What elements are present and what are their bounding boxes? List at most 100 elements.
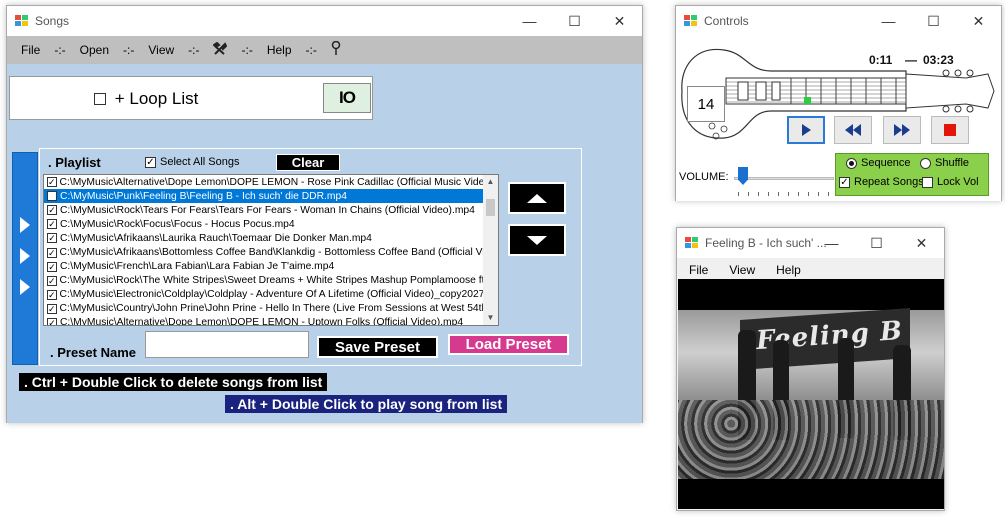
songs-window: Songs — ☐ ✕ File -:- Open -:- View -:- -… <box>6 5 643 423</box>
rewind-icon <box>845 124 861 136</box>
playlist-row[interactable]: ✓ C:\MyMusic\Alternative\Dope Lemon\DOPE … <box>44 316 484 326</box>
move-up-button[interactable] <box>508 182 566 214</box>
playlist-row[interactable]: ✓ C:\MyMusic\Afrikaans\Laurika Rauch\Toem… <box>44 231 484 245</box>
app-icon <box>685 237 699 249</box>
maximize-button[interactable]: ☐ <box>911 6 956 36</box>
menu-file[interactable]: File <box>7 43 47 57</box>
preset-name-input[interactable] <box>145 331 309 358</box>
maximize-button[interactable]: ☐ <box>854 228 899 258</box>
song-path: C:\MyMusic\Afrikaans\Bottomless Coffee B… <box>59 247 484 259</box>
scroll-thumb[interactable] <box>486 199 495 216</box>
minimize-button[interactable]: — <box>507 6 552 36</box>
sequence-label: Sequence <box>861 157 911 169</box>
save-preset-button[interactable]: Save Preset <box>317 336 438 358</box>
song-path: C:\MyMusic\Rock\Focus\Focus - Hocus Pocu… <box>60 218 295 230</box>
video-player[interactable]: Feeling B <box>678 279 944 509</box>
io-button[interactable]: IO <box>323 83 371 113</box>
close-button[interactable]: ✕ <box>956 6 1001 36</box>
next-button[interactable] <box>883 116 921 144</box>
row-checkbox[interactable]: ✓ <box>47 233 57 244</box>
menu-file[interactable]: File <box>677 263 715 277</box>
shuffle-radio[interactable]: Shuffle <box>920 157 969 169</box>
lock-volume-checkbox[interactable]: Lock Vol <box>922 176 979 188</box>
checkbox[interactable] <box>922 176 933 188</box>
songs-menu-bar: File -:- Open -:- View -:- -:- Help -:- <box>7 36 642 64</box>
songs-title-bar[interactable]: Songs — ☐ ✕ <box>7 6 642 36</box>
playlist-listbox[interactable]: ✓ C:\MyMusic\Alternative\Dope Lemon\DOPE … <box>43 174 499 326</box>
play-button[interactable] <box>787 116 825 144</box>
time-elapsed: 0:11 <box>869 53 893 67</box>
radio-selected[interactable] <box>846 157 857 169</box>
row-checkbox[interactable]: ✓ <box>47 205 57 216</box>
select-all-checkbox[interactable]: ✓ Select All Songs <box>145 156 240 168</box>
row-checkbox[interactable]: ✓ <box>47 317 57 325</box>
menu-view[interactable]: View <box>141 43 181 57</box>
playlist-row[interactable]: ✓ C:\MyMusic\Electronic\Coldplay\Coldplay… <box>44 288 484 302</box>
video-title-bar[interactable]: Feeling B - Ich such' ... — ☐ ✕ <box>677 228 944 258</box>
repeat-checkbox[interactable]: ✓ Repeat Songs <box>839 176 924 188</box>
close-button[interactable]: ✕ <box>597 6 642 36</box>
playlist-row[interactable]: ✓ C:\MyMusic\Rock\Focus\Focus - Hocus Poc… <box>44 217 484 231</box>
menu-view[interactable]: View <box>715 263 762 277</box>
song-path: C:\MyMusic\Electronic\Coldplay\Coldplay … <box>59 289 484 301</box>
menu-open[interactable]: Open <box>73 43 116 57</box>
load-preset-button[interactable]: Load Preset <box>448 334 569 355</box>
playlist-row[interactable]: ✓ C:\MyMusic\Rock\The White Stripes\Sweet… <box>44 274 484 288</box>
side-expand-bar[interactable] <box>12 152 38 365</box>
row-checkbox[interactable]: ✓ <box>47 247 57 258</box>
app-icon <box>684 15 698 27</box>
minimize-button[interactable]: — <box>866 6 911 36</box>
clear-button[interactable]: Clear <box>276 154 340 171</box>
move-down-button[interactable] <box>508 224 566 256</box>
checkbox[interactable]: ✓ <box>145 156 156 168</box>
loop-checkbox[interactable] <box>94 93 106 105</box>
song-path: C:\MyMusic\Punk\Feeling B\Feeling B - Ic… <box>60 190 347 202</box>
playback-options: Sequence Shuffle ✓ Repeat Songs Lock Vol <box>835 153 989 196</box>
tools-icon[interactable] <box>206 41 234 59</box>
arrow-up-icon <box>527 193 547 203</box>
song-path: C:\MyMusic\Rock\The White Stripes\Sweet … <box>59 275 484 287</box>
previous-button[interactable] <box>834 116 872 144</box>
scroll-up-icon[interactable]: ▲ <box>483 175 498 189</box>
row-checkbox[interactable]: ✓ <box>47 261 57 272</box>
shuffle-label: Shuffle <box>935 157 970 169</box>
sequence-radio[interactable]: Sequence <box>846 157 911 169</box>
pin-icon[interactable] <box>324 40 348 59</box>
app-icon <box>15 15 29 27</box>
expand-arrow-icon[interactable] <box>20 217 30 233</box>
volume-slider-thumb[interactable] <box>738 167 748 185</box>
hint-delete: . Ctrl + Double Click to delete songs fr… <box>19 373 328 391</box>
row-checkbox[interactable]: ✓ <box>47 275 57 286</box>
volume-slider[interactable] <box>734 177 834 180</box>
loop-list-toggle[interactable]: + Loop List <box>94 89 198 109</box>
radio-unselected[interactable] <box>920 157 931 169</box>
expand-arrow-icon[interactable] <box>20 279 30 295</box>
playlist-row[interactable]: ✓ C:\MyMusic\French\Lara Fabian\Lara Fabi… <box>44 260 484 274</box>
close-button[interactable]: ✕ <box>899 228 944 258</box>
song-path: C:\MyMusic\Alternative\Dope Lemon\DOPE L… <box>60 317 464 326</box>
scroll-down-icon[interactable]: ▼ <box>483 311 498 325</box>
row-checkbox[interactable]: ✓ <box>47 303 57 314</box>
row-checkbox[interactable]: ✓ <box>47 219 57 230</box>
song-path: C:\MyMusic\Afrikaans\Laurika Rauch\Toema… <box>60 232 372 244</box>
playlist-panel: . Playlist ✓ Select All Songs Clear ✓ C:\… <box>39 148 582 366</box>
playlist-row[interactable]: ✓ C:\MyMusic\Afrikaans\Bottomless Coffee … <box>44 245 484 259</box>
playlist-row[interactable]: ✓ C:\MyMusic\Country\John Prine\John Prin… <box>44 302 484 316</box>
minimize-button[interactable]: — <box>809 228 854 258</box>
playlist-row[interactable]: ✓ C:\MyMusic\Punk\Feeling B\Feeling B - I… <box>44 189 484 204</box>
menu-help[interactable]: Help <box>260 43 299 57</box>
stop-button[interactable] <box>931 116 969 144</box>
controls-title-bar[interactable]: Controls — ☐ ✕ <box>676 6 1001 36</box>
row-checkbox[interactable]: ✓ <box>47 177 57 188</box>
row-checkbox[interactable]: ✓ <box>47 191 57 202</box>
playlist-row[interactable]: ✓ C:\MyMusic\Alternative\Dope Lemon\DOPE … <box>44 175 484 189</box>
menu-help[interactable]: Help <box>762 263 808 277</box>
maximize-button[interactable]: ☐ <box>552 6 597 36</box>
playlist-row[interactable]: ✓ C:\MyMusic\Rock\Tears For Fears\Tears F… <box>44 203 484 217</box>
playlist-scrollbar[interactable]: ▲ ▼ <box>483 175 498 325</box>
select-all-label: Select All Songs <box>160 156 240 168</box>
hint-play: . Alt + Double Click to play song from l… <box>225 395 508 413</box>
checkbox[interactable]: ✓ <box>839 176 850 188</box>
row-checkbox[interactable]: ✓ <box>47 289 57 300</box>
expand-arrow-icon[interactable] <box>20 248 30 264</box>
